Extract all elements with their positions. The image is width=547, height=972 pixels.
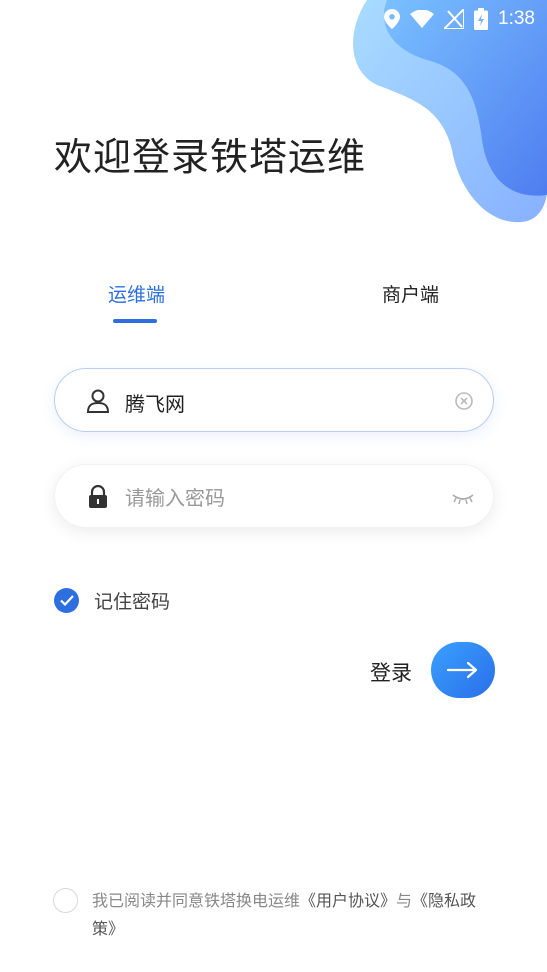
user-icon xyxy=(86,389,110,417)
page-title: 欢迎登录铁塔运维 xyxy=(54,135,367,179)
arrow-right-icon xyxy=(446,661,478,679)
checkmark-icon xyxy=(59,595,74,606)
username-input[interactable] xyxy=(123,383,437,421)
login-button[interactable] xyxy=(431,642,495,698)
agreement-prefix: 我已阅读并同意铁塔换电运维 xyxy=(92,891,301,910)
lock-icon xyxy=(87,484,109,513)
user-agreement-link[interactable]: 《用户协议》 xyxy=(300,891,396,910)
remember-password-label: 记住密码 xyxy=(94,591,171,613)
agreement-text: 我已阅读并同意铁塔换电运维《用户协议》与《隐私政策》 xyxy=(92,887,497,943)
tab-merchant[interactable]: 商户端 xyxy=(382,280,439,307)
battery-charging-icon xyxy=(474,8,489,30)
remember-password-checkbox[interactable] xyxy=(54,588,79,613)
login-label: 登录 xyxy=(370,661,412,685)
password-input[interactable] xyxy=(123,479,437,517)
agreement-conjunction: 与 xyxy=(396,891,413,910)
remember-password: 记住密码 xyxy=(54,587,170,614)
agreement-checkbox[interactable] xyxy=(53,888,78,913)
username-field xyxy=(54,368,494,432)
status-time: 1:38 xyxy=(498,8,535,29)
status-bar: 1:38 xyxy=(347,0,547,38)
login-type-tabs: 运维端 商户端 xyxy=(0,280,547,330)
password-visibility-toggle-icon[interactable] xyxy=(451,491,475,510)
cellular-signal-icon xyxy=(444,9,465,29)
location-icon xyxy=(384,9,401,29)
active-tab-indicator xyxy=(113,319,157,323)
clear-input-icon[interactable] xyxy=(455,392,473,414)
wifi-icon xyxy=(410,10,435,28)
tab-operations[interactable]: 运维端 xyxy=(108,280,165,307)
password-field xyxy=(54,464,494,528)
